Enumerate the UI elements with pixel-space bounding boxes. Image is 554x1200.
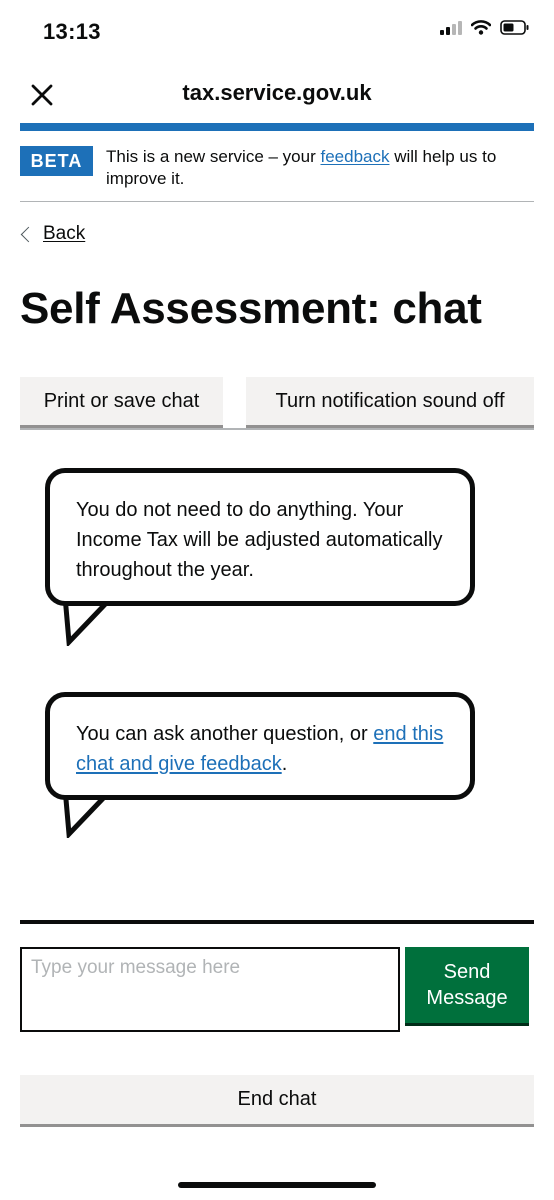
browser-bar: tax.service.gov.uk (0, 62, 554, 122)
chat-message-text-after: . (281, 753, 288, 775)
back-link[interactable]: Back (20, 222, 85, 246)
header-blue-bar (20, 123, 534, 131)
home-indicator (178, 1182, 376, 1188)
feedback-link[interactable]: feedback (320, 147, 389, 166)
banner-text-before: This is a new service – your (106, 147, 316, 166)
send-message-button[interactable]: Send Message (405, 947, 529, 1023)
chevron-left-icon (20, 226, 37, 242)
status-time: 13:13 (43, 19, 101, 44)
beta-tag: BETA (20, 146, 93, 176)
toolbar-divider (20, 428, 534, 430)
phase-banner: BETA This is a new service – your feedba… (20, 141, 534, 202)
notification-sound-button[interactable]: Turn notification sound off (246, 377, 534, 425)
chat-message-box: You can ask another question, or end thi… (45, 692, 475, 800)
chat-message-text-before: You can ask another question, or (76, 723, 368, 745)
battery-icon (500, 20, 529, 35)
composer-divider (20, 920, 534, 924)
message-input-placeholder: Type your message here (31, 957, 241, 978)
url-text[interactable]: tax.service.gov.uk (0, 80, 554, 106)
status-icons (440, 20, 530, 35)
message-input[interactable]: Type your message here (20, 947, 400, 1032)
banner-text: This is a new service – your feedback wi… (106, 146, 526, 190)
wifi-icon (471, 20, 491, 35)
chat-message-text: You do not need to do anything. Your Inc… (76, 499, 443, 581)
chat-message-box: You do not need to do anything. Your Inc… (45, 468, 475, 606)
chat-message: You can ask another question, or end thi… (45, 692, 475, 842)
back-link-label: Back (43, 223, 86, 244)
print-save-chat-button[interactable]: Print or save chat (20, 377, 223, 425)
chat-message: You do not need to do anything. Your Inc… (45, 468, 475, 650)
page-title: Self Assessment: chat (20, 284, 482, 333)
end-chat-button[interactable]: End chat (20, 1075, 534, 1124)
cellular-signal-icon (440, 20, 462, 35)
status-bar: 13:13 (0, 0, 554, 62)
